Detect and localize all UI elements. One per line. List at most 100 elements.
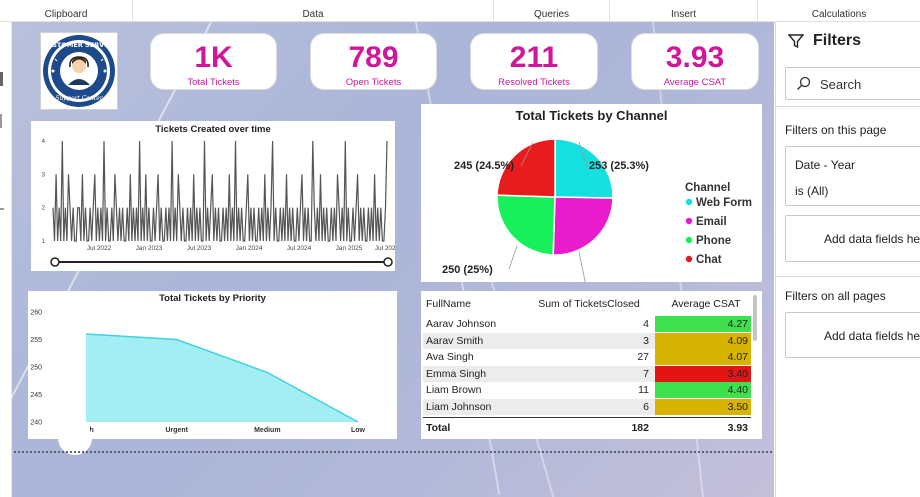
ribbon-group-data: Data <box>133 0 494 22</box>
add-data-fields-label: Add data fields he <box>824 329 920 343</box>
pie-leader-line <box>508 245 518 270</box>
time-slider-end-handle[interactable] <box>383 257 393 267</box>
cell-average-csat: 4.27 <box>655 316 751 332</box>
model-view-icon[interactable] <box>0 208 4 210</box>
tickets-over-time-chart[interactable]: Tickets Created over time 1 2 3 4 Jul 2022 Ja… <box>31 121 395 271</box>
total-csat: 3.93 <box>727 422 748 434</box>
table-row[interactable]: Liam Johnson 6 3.50 <box>423 398 751 415</box>
filters-divider <box>776 106 920 107</box>
x-tick-label: Jan 2023 <box>136 245 163 252</box>
legend-swatch <box>685 198 693 206</box>
cell-fullname: Aarav Smith <box>426 334 484 347</box>
powerbi-window: Clipboard Data Queries Insert Calculatio… <box>0 0 920 497</box>
pie-data-label: 253 (25.3%) <box>589 160 649 172</box>
pie-slice-email[interactable] <box>552 196 614 256</box>
pie-slice-phone[interactable] <box>496 194 556 256</box>
cell-sum-tickets-closed: 7 <box>643 367 649 380</box>
time-slider-start-handle[interactable] <box>50 257 60 267</box>
kpi-open-tickets[interactable]: 789 Open Tickets <box>310 33 437 90</box>
tickets-by-priority-chart[interactable]: Total Tickets by Priority 240 245 250 255 26… <box>28 291 397 439</box>
legend-title: Channel <box>685 182 730 194</box>
filters-on-this-page-heading: Filters on this page <box>785 123 887 137</box>
x-tick-label: Jan 2025 <box>336 245 363 252</box>
pie-leader-line <box>578 251 586 282</box>
header-sum-tickets-closed[interactable]: Sum of TicketsClosed <box>519 295 659 313</box>
cell-average-csat: 4.09 <box>655 332 751 349</box>
canvas-bubble <box>58 421 92 455</box>
ribbon-group-insert: Insert <box>610 0 758 22</box>
legend-entry-chat: Chat <box>696 254 722 266</box>
tickets-by-channel-chart[interactable]: Total Tickets by Channel 253 (25.3%)252 … <box>421 104 762 282</box>
cell-average-csat: 3.50 <box>655 398 751 415</box>
table-scrollbar[interactable] <box>753 295 757 341</box>
table-row[interactable]: Ava Singh 27 4.07 <box>423 349 751 365</box>
header-fullname[interactable]: FullName <box>426 295 471 313</box>
table-row[interactable]: Emma Singh 7 3.40 <box>423 365 751 382</box>
date-filter-name: Date - Year <box>795 158 856 172</box>
y-tick-label: 255 <box>30 337 42 344</box>
search-placeholder: Search <box>820 77 862 92</box>
cell-sum-tickets-closed: 4 <box>643 318 649 330</box>
cell-average-csat: 4.07 <box>655 349 751 365</box>
cell-average-csat: 3.40 <box>655 365 751 382</box>
table-header-row: FullName Sum of TicketsClosed Average CS… <box>423 295 751 313</box>
x-tick-label: Jul 2023 <box>187 245 212 252</box>
cell-fullname: Liam Brown <box>426 384 482 396</box>
ribbon-groups: Clipboard Data Queries Insert Calculatio… <box>0 0 920 22</box>
pie-data-label: 252 (25.2%) <box>587 281 647 282</box>
x-tick-label: Jul 2022 <box>87 245 112 252</box>
kpi-total-tickets[interactable]: 1K Total Tickets <box>150 33 277 90</box>
y-tick-label: 260 <box>30 310 42 317</box>
cell-sum-tickets-closed: 11 <box>638 384 649 396</box>
kpi-label: Open Tickets <box>345 77 402 88</box>
kpi-value: 1K <box>194 41 233 74</box>
y-tick-label: 245 <box>30 392 42 399</box>
x-tick-label: Jul 2025 <box>375 245 395 252</box>
kpi-average-csat[interactable]: 3.93 Average CSAT <box>631 33 759 90</box>
x-tick-label: Jul 2024 <box>287 245 312 252</box>
ribbon-group-clipboard: Clipboard <box>0 0 133 22</box>
x-tick-label: Jan 2024 <box>236 245 263 252</box>
pie-data-label: 250 (25%) <box>442 264 493 276</box>
y-tick-label: 4 <box>42 139 46 145</box>
view-switcher-rail <box>0 22 12 497</box>
cell-sum-tickets-closed: 27 <box>637 351 649 363</box>
kpi-resolved-tickets[interactable]: 211 Resolved Tickets <box>470 33 598 90</box>
legend-swatch <box>685 255 693 263</box>
total-sum: 182 <box>631 422 649 434</box>
table-row[interactable]: Liam Brown 11 4.40 <box>423 382 751 398</box>
y-tick-label: 3 <box>42 172 46 178</box>
legend-entry-web-form: Web Form <box>696 197 752 209</box>
kpi-label: Total Tickets <box>187 77 240 88</box>
table-view-icon[interactable] <box>0 114 2 128</box>
legend-swatch <box>685 236 693 244</box>
filters-search-box[interactable]: Search <box>785 67 920 100</box>
filters-on-all-pages-heading: Filters on all pages <box>785 289 886 303</box>
report-view-indicator[interactable] <box>0 72 3 86</box>
logo-badge-icon: CUSTOMER SERVICE Support Center <box>42 35 116 107</box>
table-row[interactable]: Aarav Johnson 4 4.27 <box>423 316 751 332</box>
kpi-label: Average CSAT <box>663 77 727 88</box>
agent-csat-table[interactable]: FullName Sum of TicketsClosed Average CS… <box>421 291 762 439</box>
header-average-csat[interactable]: Average CSAT <box>658 295 754 313</box>
date-year-filter-card[interactable]: Date - Year is (All) <box>785 146 920 206</box>
line-chart-plot: 1 2 3 4 Jul 2022 Jan 2023 Jul 2023 Jan 2024 Jul … <box>42 139 395 267</box>
table-row[interactable]: Aarav Smith 3 4.09 <box>423 332 751 349</box>
area-series-tickets[interactable] <box>86 334 358 422</box>
legend-entry-email: Email <box>696 216 727 228</box>
logo-top-text: CUSTOMER SERVICE <box>42 41 116 49</box>
kpi-value: 3.93 <box>665 41 725 74</box>
line-series-tickets-created <box>52 140 388 242</box>
legend-entry-phone: Phone <box>696 235 731 247</box>
add-data-fields-page-dropzone[interactable]: Add data fields he <box>785 215 920 262</box>
cell-sum-tickets-closed: 6 <box>643 400 649 413</box>
cell-average-csat: 4.40 <box>655 382 751 398</box>
kpi-label: Resolved Tickets <box>498 77 570 88</box>
area-chart-plot: 240245250255260HighUrgentMediumLow <box>30 310 365 435</box>
customer-service-logo: CUSTOMER SERVICE Support Center <box>40 32 118 110</box>
search-icon <box>797 76 811 90</box>
add-data-fields-all-pages-dropzone[interactable]: Add data fields he <box>785 312 920 358</box>
ribbon-group-calculations: Calculations <box>811 9 867 20</box>
legend-swatch <box>685 217 693 225</box>
cell-fullname: Emma Singh <box>426 367 487 380</box>
